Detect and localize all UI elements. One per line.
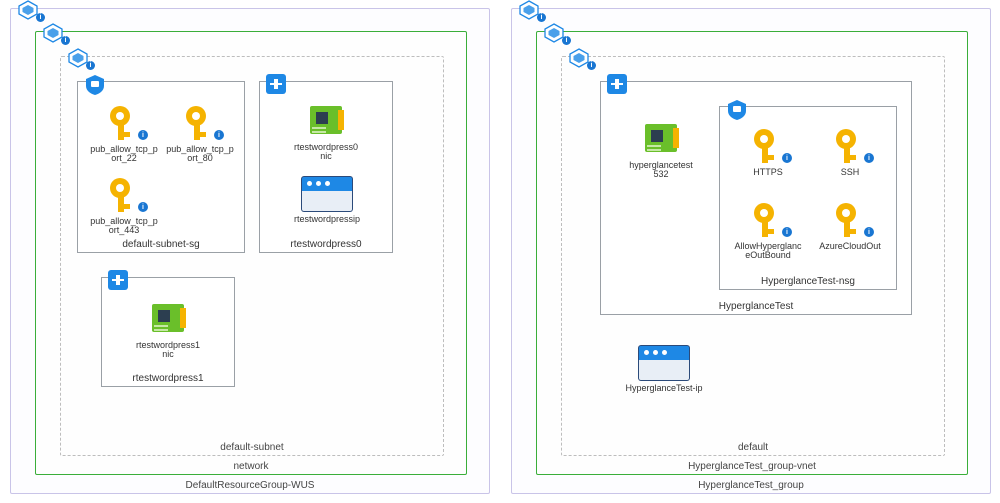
vm-badge-icon — [607, 74, 629, 96]
key-icon: i — [830, 199, 870, 239]
vm0-label: rtestwordpress0 — [260, 239, 392, 250]
key-icon: i — [748, 199, 788, 239]
shield-icon — [726, 99, 748, 121]
rule-label: AllowHyperglanceOutBound — [734, 242, 802, 261]
vm0-card[interactable]: rtestwordpress0nic rtestwordpressip rtes… — [259, 81, 393, 253]
nsg-rule[interactable]: i SSH — [816, 125, 884, 177]
subnet-label: default — [562, 442, 944, 453]
vm-card-right[interactable]: hyperglancetest532 i — [600, 81, 912, 315]
vnet-label: network — [36, 461, 466, 472]
vm1-card[interactable]: rtestwordpress1nic rtestwordpress1 — [101, 277, 235, 387]
info-icon: i — [864, 227, 874, 237]
nsg-card-left[interactable]: i pub_allow_tcp_port_22 i pub_allow_tcp_… — [77, 81, 245, 253]
info-icon: i — [864, 153, 874, 163]
vnet-right[interactable]: i HyperglanceTest_group-vnet i default — [536, 31, 968, 475]
subnet-right[interactable]: i default — [561, 56, 945, 456]
resource-group-icon: i — [518, 0, 540, 18]
nsg-rule[interactable]: i HTTPS — [734, 125, 802, 177]
resource-group-label: DefaultResourceGroup-WUS — [11, 480, 489, 491]
vnet-icon: i — [543, 23, 565, 41]
vm-label: HyperglanceTest — [601, 301, 911, 312]
pip-item[interactable]: HyperglanceTest-ip — [624, 343, 704, 393]
vm1-label: rtestwordpress1 — [102, 373, 234, 384]
pip-label: rtestwordpressip — [292, 215, 362, 224]
info-icon: i — [537, 13, 546, 22]
subnet-left[interactable]: i default-subnet i pub_a — [60, 56, 444, 456]
nsg-rule[interactable]: i pub_allow_tcp_port_80 — [166, 102, 234, 164]
subnet-icon: i — [568, 48, 590, 66]
key-icon: i — [180, 102, 220, 142]
right-column: i HyperglanceTest_group i HyperglanceTes… — [511, 8, 990, 495]
resource-group-right[interactable]: i HyperglanceTest_group i HyperglanceTes… — [511, 8, 991, 494]
info-icon: i — [562, 36, 571, 45]
nsg-rule[interactable]: i pub_allow_tcp_port_22 — [90, 102, 158, 164]
key-icon: i — [748, 125, 788, 165]
info-icon: i — [138, 202, 148, 212]
pip-item[interactable]: rtestwordpressip — [292, 174, 362, 224]
subnet-label: default-subnet — [61, 442, 443, 453]
info-icon: i — [61, 36, 70, 45]
nic-label: hyperglancetest532 — [627, 161, 695, 180]
resource-group-left[interactable]: i DefaultResourceGroup-WUS i network i d… — [10, 8, 490, 494]
vnet-label: HyperglanceTest_group-vnet — [537, 461, 967, 472]
nsg-rule[interactable]: i AllowHyperglanceOutBound — [734, 199, 802, 261]
nsg-rule[interactable]: i AzureCloudOut — [816, 199, 884, 251]
key-icon: i — [830, 125, 870, 165]
rule-label: pub_allow_tcp_port_22 — [90, 145, 158, 164]
nsg-rule[interactable]: i pub_allow_tcp_port_443 — [90, 174, 158, 236]
info-icon: i — [782, 227, 792, 237]
public-ip-icon — [638, 345, 690, 381]
nic-icon — [306, 100, 346, 140]
resource-group-icon: i — [17, 0, 39, 18]
rule-label: pub_allow_tcp_port_80 — [166, 145, 234, 164]
key-icon: i — [104, 102, 144, 142]
nic-item[interactable]: rtestwordpress1nic — [134, 298, 202, 360]
left-column: i DefaultResourceGroup-WUS i network i d… — [10, 8, 489, 495]
pip-label: HyperglanceTest-ip — [624, 384, 704, 393]
nic-icon — [148, 298, 188, 338]
vnet-icon: i — [42, 23, 64, 41]
nic-label: rtestwordpress1nic — [134, 341, 202, 360]
nic-item[interactable]: rtestwordpress0nic — [292, 100, 360, 162]
info-icon: i — [86, 61, 95, 70]
public-ip-icon — [301, 176, 353, 212]
info-icon: i — [36, 13, 45, 22]
nic-label: rtestwordpress0nic — [292, 143, 360, 162]
nic-item[interactable]: hyperglancetest532 — [627, 118, 695, 180]
nsg-label: HyperglanceTest-nsg — [720, 276, 896, 287]
vnet-left[interactable]: i network i default-subnet — [35, 31, 467, 475]
rule-label: SSH — [816, 168, 884, 177]
key-icon: i — [104, 174, 144, 214]
resource-group-label: HyperglanceTest_group — [512, 480, 990, 491]
info-icon: i — [782, 153, 792, 163]
nsg-label: default-subnet-sg — [78, 239, 244, 250]
vm-badge-icon — [266, 74, 288, 96]
rule-label: AzureCloudOut — [816, 242, 884, 251]
info-icon: i — [587, 61, 596, 70]
info-icon: i — [138, 130, 148, 140]
nsg-card-right[interactable]: i HTTPS i SSH — [719, 106, 897, 290]
vm-badge-icon — [108, 270, 130, 292]
diagram-canvas[interactable]: i DefaultResourceGroup-WUS i network i d… — [0, 0, 1000, 503]
subnet-icon: i — [67, 48, 89, 66]
nic-icon — [641, 118, 681, 158]
info-icon: i — [214, 130, 224, 140]
shield-icon — [84, 74, 106, 96]
rule-label: pub_allow_tcp_port_443 — [90, 217, 158, 236]
rule-label: HTTPS — [734, 168, 802, 177]
